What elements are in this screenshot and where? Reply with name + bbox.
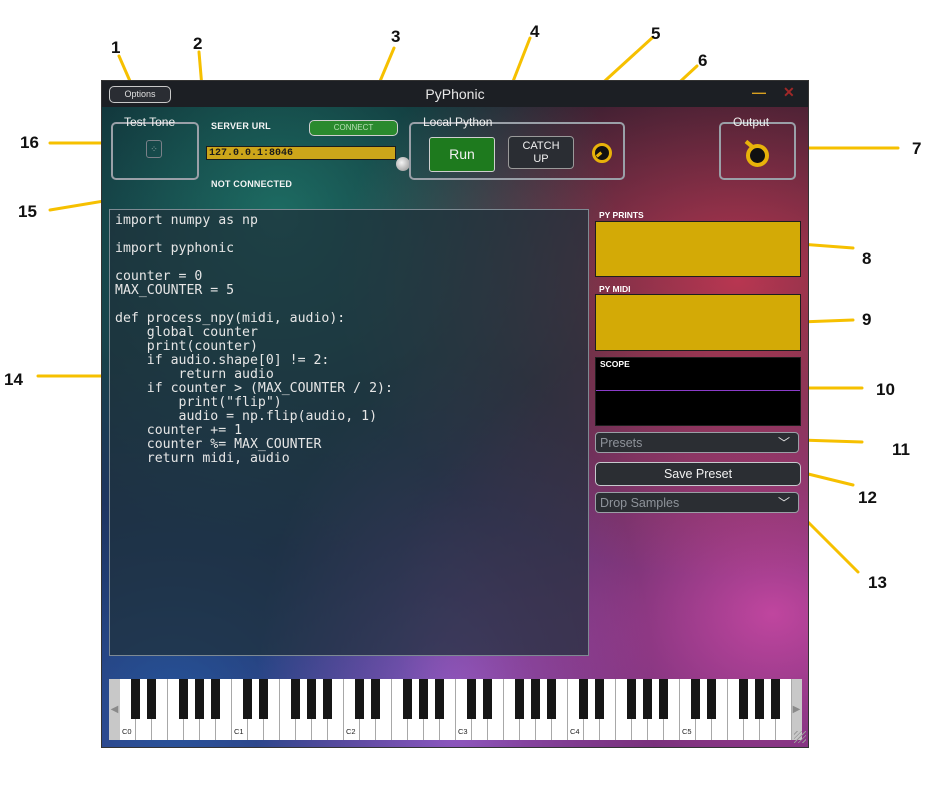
black-key[interactable] [243,679,252,719]
title-bar: Options PyPhonic — ✕ [102,81,808,107]
black-key[interactable] [531,679,540,719]
resize-grip-icon[interactable] [794,731,806,743]
black-key[interactable] [355,679,364,719]
presets-dropdown-text: Presets [600,436,643,450]
black-key[interactable] [291,679,300,719]
black-key[interactable] [179,679,188,719]
black-key[interactable] [515,679,524,719]
output-volume-knob[interactable] [746,144,769,167]
chevron-down-icon: ﹀ [777,496,790,510]
octave-label: C2 [346,727,356,736]
annotation-12: 12 [858,488,877,507]
scope-label: SCOPE [600,359,630,369]
annotation-5: 5 [651,24,661,43]
black-key[interactable] [707,679,716,719]
catch-up-label-line2: UP [533,153,549,165]
connection-status-icon [396,157,410,171]
annotation-11: 11 [892,440,910,459]
black-key[interactable] [307,679,316,719]
black-key[interactable] [435,679,444,719]
annotation-2: 2 [193,34,203,53]
py-midi-panel [595,294,801,351]
callout-line-11 [798,438,864,444]
py-prints-label: PY PRINTS [599,210,644,220]
annotation-16: 16 [20,133,39,152]
minimize-button[interactable]: — [752,84,766,100]
py-prints-panel [595,221,801,277]
connect-button[interactable]: CONNECT [309,120,398,136]
output-label: Output [733,115,770,129]
black-key[interactable] [547,679,556,719]
octave-label: C0 [122,727,132,736]
catch-up-button[interactable]: CATCH UP [508,136,574,169]
annotation-3: 3 [391,27,401,46]
black-key[interactable] [483,679,492,719]
octave-label: C5 [682,727,692,736]
black-key[interactable] [211,679,220,719]
save-preset-button[interactable]: Save Preset [595,462,801,486]
code-editor[interactable]: import numpy as np import pyphonic count… [109,209,589,656]
window-title: PyPhonic [425,86,485,102]
drop-samples-dropdown[interactable]: Drop Samples ﹀ [595,492,799,513]
annotation-6: 6 [698,51,708,70]
annotation-1: 1 [111,38,121,57]
black-key[interactable] [595,679,604,719]
annotation-7: 7 [912,139,922,158]
drop-samples-text: Drop Samples [600,496,680,510]
local-python-label: Local Python [423,115,493,129]
black-key[interactable] [659,679,668,719]
server-url-input[interactable]: 127.0.0.1:8046 [206,146,396,160]
black-key[interactable] [371,679,380,719]
chevron-down-icon: ﹀ [777,436,790,450]
dice-icon[interactable]: ⁘ [146,140,162,158]
black-key[interactable] [627,679,636,719]
test-tone-label: Test Tone [124,115,176,129]
server-url-label: SERVER URL [211,121,271,131]
run-button[interactable]: Run [429,137,495,172]
code-text[interactable]: import numpy as np import pyphonic count… [110,210,588,470]
black-key[interactable] [131,679,140,719]
pyphonic-window: Options PyPhonic — ✕ Test Tone ⁘ SERVER … [101,80,809,748]
black-key[interactable] [643,679,652,719]
scope-waveform [596,390,800,391]
annotation-13: 13 [868,573,887,592]
black-key[interactable] [419,679,428,719]
black-key[interactable] [259,679,268,719]
black-key[interactable] [739,679,748,719]
scope-panel: SCOPE [595,357,801,426]
connection-status-text: NOT CONNECTED [211,179,293,189]
keyboard-scroll-left-button[interactable]: ◀ [109,679,120,740]
annotation-4: 4 [530,22,540,41]
black-key[interactable] [403,679,412,719]
black-key[interactable] [323,679,332,719]
black-key[interactable] [691,679,700,719]
octave-label: C3 [458,727,468,736]
annotation-15: 15 [18,202,37,221]
py-midi-label: PY MIDI [599,284,631,294]
piano-keyboard[interactable]: ◀ ▶ C0 C1 C2 C3 C4 C5 [109,679,802,740]
octave-label: C4 [570,727,580,736]
annotation-14: 14 [4,370,23,389]
catch-up-label-line1: CATCH [522,140,560,152]
octave-label: C1 [234,727,244,736]
black-key[interactable] [771,679,780,719]
local-python-knob[interactable] [592,143,612,163]
annotation-10: 10 [876,380,895,399]
black-key[interactable] [755,679,764,719]
close-button[interactable]: ✕ [783,84,795,101]
presets-dropdown[interactable]: Presets ﹀ [595,432,799,453]
black-key[interactable] [147,679,156,719]
annotation-8: 8 [862,249,872,268]
black-key[interactable] [195,679,204,719]
black-key[interactable] [579,679,588,719]
annotation-9: 9 [862,310,872,329]
black-key[interactable] [467,679,476,719]
